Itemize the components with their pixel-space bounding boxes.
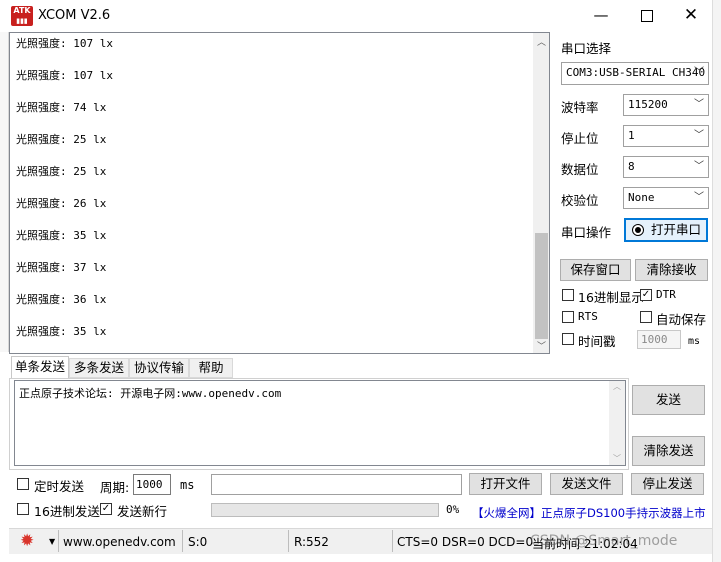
status-divider: [392, 530, 393, 552]
chevron-down-icon: ﹀: [694, 99, 704, 110]
receive-textarea[interactable]: 光照强度: 107 lx 光照强度: 107 lx 光照强度: 74 lx 光照强度:…: [9, 32, 550, 354]
stop-send-button[interactable]: 停止发送: [631, 473, 704, 495]
auto-save-label: 自动保存: [656, 312, 707, 327]
gear-icon[interactable]: ✹: [20, 532, 34, 550]
stop-bits-select[interactable]: 1 ﹀: [623, 125, 709, 147]
baud-select[interactable]: 115200 ﹀: [623, 94, 709, 116]
chevron-down-icon: ﹀: [694, 67, 704, 78]
send-progress-bar: [211, 503, 439, 517]
timed-send-checkbox[interactable]: [17, 478, 29, 490]
send-newline-label: 发送新行: [117, 504, 168, 519]
close-button[interactable]: ✕: [670, 2, 712, 30]
chevron-down-icon: ﹀: [694, 161, 704, 172]
background-window-edge-left: [0, 32, 9, 352]
period-input[interactable]: 1000: [133, 474, 171, 495]
status-url[interactable]: www.openedv.com: [63, 535, 176, 549]
ad-link[interactable]: 【火爆全网】正点原子DS100手持示波器上市: [472, 505, 706, 521]
stop-bits-label: 停止位: [561, 131, 599, 146]
send-text: 正点原子技术论坛: 开源电子网:www.openedv.com: [19, 387, 282, 400]
rts-checkbox[interactable]: [562, 311, 574, 323]
send-textarea[interactable]: 正点原子技术论坛: 开源电子网:www.openedv.com ︿ ﹀: [14, 380, 626, 466]
baud-label: 波特率: [561, 100, 599, 115]
open-file-button[interactable]: 打开文件: [469, 473, 542, 495]
timed-send-label: 定时发送: [34, 479, 85, 494]
port-select-label: 串口选择: [561, 41, 612, 56]
background-window-edge: [712, 0, 721, 562]
dtr-checkbox[interactable]: ✓: [640, 289, 652, 301]
minimize-icon: —: [593, 6, 609, 24]
hex-send-checkbox[interactable]: [17, 503, 29, 515]
port-op-label: 串口操作: [561, 225, 612, 240]
receive-scrollbar[interactable]: ︿ ﹀: [533, 33, 549, 353]
receive-line: 光照强度: 25 lx: [16, 165, 107, 178]
receive-line: 光照强度: 107 lx: [16, 37, 113, 50]
receive-line: 光照强度: 26 lx: [16, 197, 107, 210]
title-bar: ATK ▮▮▮ XCOM V2.6 — ✕: [0, 0, 712, 32]
scroll-up-icon[interactable]: ︿: [613, 381, 621, 392]
receive-line: 光照强度: 25 lx: [16, 133, 107, 146]
file-path-input[interactable]: [211, 474, 462, 495]
send-file-button[interactable]: 发送文件: [550, 473, 623, 495]
parity-label: 校验位: [561, 193, 599, 208]
rts-label: RTS: [578, 310, 598, 323]
receive-line: 光照强度: 35 lx: [16, 325, 107, 338]
send-newline-checkbox[interactable]: ✓: [100, 503, 112, 515]
chevron-down-icon: ﹀: [694, 130, 704, 141]
status-received-count: R:552: [294, 535, 329, 549]
clear-receive-button[interactable]: 清除接收: [635, 259, 708, 281]
period-label: 周期:: [100, 480, 130, 495]
auto-save-checkbox[interactable]: [640, 311, 652, 323]
receive-line: 光照强度: 107 lx: [16, 69, 113, 82]
scroll-up-icon[interactable]: ︿: [537, 35, 546, 48]
scroll-thumb[interactable]: [535, 233, 548, 339]
receive-line: 光照强度: 37 lx: [16, 261, 107, 274]
timestamp-checkbox[interactable]: [562, 333, 574, 345]
period-ms-label: ms: [180, 478, 195, 492]
hex-display-label: 16进制显示: [578, 290, 644, 305]
save-window-button[interactable]: 保存窗口: [560, 259, 631, 281]
tab-help[interactable]: 帮助: [189, 358, 233, 378]
watermark: CSDN @Smart_mode: [530, 533, 678, 549]
progress-percent: 0%: [446, 503, 460, 516]
window-title: XCOM V2.6: [38, 8, 111, 23]
receive-line: 光照强度: 36 lx: [16, 293, 107, 306]
hex-send-label: 16进制发送: [34, 504, 100, 519]
status-divider: [182, 530, 183, 552]
receive-line: 光照强度: 35 lx: [16, 229, 107, 242]
app-logo-icon: ATK ▮▮▮: [11, 6, 33, 26]
maximize-button[interactable]: [624, 2, 670, 30]
status-divider: [288, 530, 289, 552]
status-sent-count: S:0: [188, 535, 208, 549]
receive-line: 光照强度: 74 lx: [16, 101, 107, 114]
radio-dot-icon: [632, 224, 644, 236]
dtr-label: DTR: [656, 288, 676, 301]
settings-dropdown-icon[interactable]: ▼: [49, 537, 55, 546]
send-button[interactable]: 发送: [632, 385, 705, 415]
data-bits-label: 数据位: [561, 162, 599, 177]
maximize-icon: [641, 10, 653, 22]
timestamp-label: 时间戳: [578, 334, 616, 349]
scroll-down-icon[interactable]: ﹀: [537, 339, 546, 352]
send-scrollbar[interactable]: ︿ ﹀: [609, 381, 625, 465]
clear-send-button[interactable]: 清除发送: [632, 436, 705, 466]
tab-multi-send[interactable]: 多条发送: [69, 358, 129, 378]
scroll-down-icon[interactable]: ﹀: [613, 453, 621, 464]
tab-single-send[interactable]: 单条发送: [11, 356, 69, 379]
port-select[interactable]: COM3:USB-SERIAL CH340 ﹀: [561, 62, 709, 85]
data-bits-select[interactable]: 8 ﹀: [623, 156, 709, 178]
chevron-down-icon: ﹀: [694, 192, 704, 203]
tab-bar: 单条发送 多条发送 协议传输 帮助: [9, 356, 550, 379]
status-signal-lines: CTS=0 DSR=0 DCD=0: [397, 535, 534, 549]
parity-select[interactable]: None ﹀: [623, 187, 709, 209]
status-divider: [58, 530, 59, 552]
timestamp-ms-label: ms: [688, 336, 701, 347]
minimize-button[interactable]: —: [578, 2, 624, 30]
close-icon: ✕: [683, 5, 699, 25]
tab-protocol[interactable]: 协议传输: [129, 358, 189, 378]
timestamp-input[interactable]: 1000: [637, 330, 681, 349]
open-port-button[interactable]: 打开串口: [624, 218, 708, 242]
hex-display-checkbox[interactable]: [562, 289, 574, 301]
